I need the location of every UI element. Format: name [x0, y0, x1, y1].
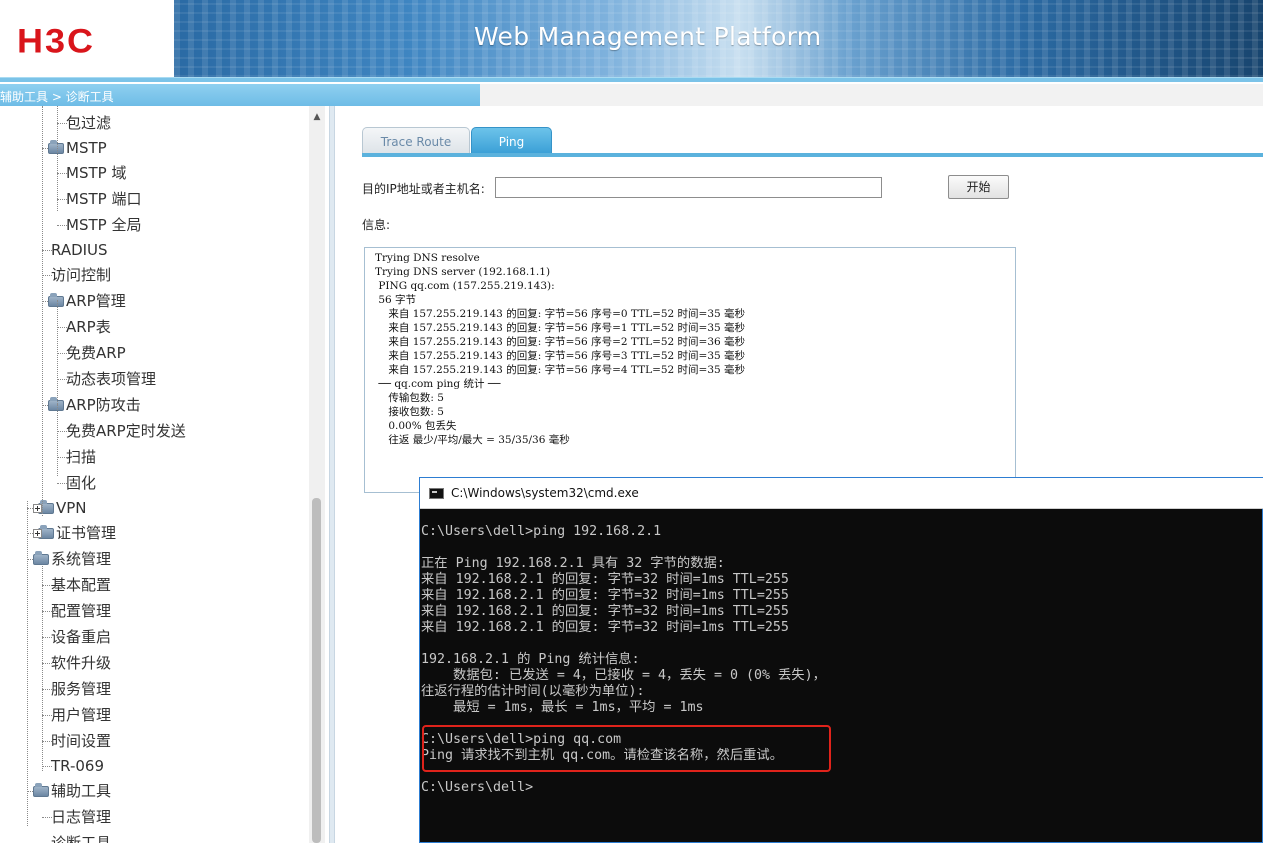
- dest-host-label: 目的IP地址或者主机名:: [362, 182, 485, 196]
- sidebar-item-label: 固化: [66, 474, 97, 492]
- info-output-line: 往返 最少/平均/最大 = 35/35/36 毫秒: [375, 434, 570, 446]
- sidebar-item-label: 系统管理: [51, 550, 112, 568]
- sidebar-item-label: MSTP: [66, 139, 107, 157]
- sidebar-item-label: MSTP 全局: [66, 216, 142, 234]
- info-output-line: 56 字节: [375, 294, 417, 306]
- sidebar-item-label: 免费ARP: [66, 344, 126, 362]
- sidebar-item-label: 时间设置: [51, 732, 112, 750]
- sidebar-item-label: 访问控制: [51, 266, 112, 284]
- folder-open-icon: [48, 397, 64, 411]
- sidebar-item-label: ARP表: [66, 318, 111, 336]
- cmd-console[interactable]: C:\Users\dell>ping 192.168.2.1 正在 Ping 19…: [420, 524, 1263, 843]
- folder-open-icon: [33, 551, 49, 565]
- h3c-logo[interactable]: H3C: [17, 21, 95, 61]
- tree-guide-line: [57, 404, 58, 476]
- breadcrumb-bar-extension: [480, 84, 1263, 106]
- folder-open-icon: [48, 293, 64, 307]
- info-output-box[interactable]: Trying DNS resolve Trying DNS server (192…: [364, 247, 1016, 493]
- sidebar-item-label: 扫描: [66, 448, 97, 466]
- sidebar-item-label: 配置管理: [51, 602, 112, 620]
- cmd-output-line: 数据包: 已发送 = 4，已接收 = 4，丢失 = 0 (0% 丢失)，: [421, 668, 826, 683]
- sidebar-item-label: 设备重启: [51, 628, 112, 646]
- breadcrumb: 辅助工具 > 诊断工具: [0, 90, 114, 104]
- cmd-output-line: 最短 = 1ms，最长 = 1ms，平均 = 1ms: [421, 700, 704, 715]
- info-output-line: 来自 157.255.219.143 的回复: 字节=56 序号=0 TTL=5…: [375, 308, 746, 320]
- cmd-output-line: 来自 192.168.2.1 的回复: 字节=32 时间=1ms TTL=255: [421, 620, 789, 635]
- folder-open-icon: [48, 140, 64, 154]
- cmd-output-line: 来自 192.168.2.1 的回复: 字节=32 时间=1ms TTL=255: [421, 588, 789, 603]
- cmd-output-line: 往返行程的估计时间(以毫秒为单位):: [421, 684, 645, 699]
- expand-plus-icon[interactable]: [33, 529, 42, 538]
- sidebar-item-label: 诊断工具: [51, 834, 112, 843]
- sidebar-item-label: 证书管理: [56, 524, 117, 542]
- info-output-line: 来自 157.255.219.143 的回复: 字节=56 序号=1 TTL=5…: [375, 322, 746, 334]
- sidebar-item-label: 动态表项管理: [66, 370, 157, 388]
- header: H3C Web Management Platform: [0, 0, 1263, 77]
- cmd-output-line: 来自 192.168.2.1 的回复: 字节=32 时间=1ms TTL=255: [421, 604, 789, 619]
- info-label: 信息:: [362, 218, 391, 232]
- header-banner: Web Management Platform: [174, 0, 1263, 77]
- sidebar-item-label: 软件升级: [51, 654, 112, 672]
- info-output-line: 来自 157.255.219.143 的回复: 字节=56 序号=4 TTL=5…: [375, 364, 746, 376]
- highlight-box: [422, 725, 831, 772]
- platform-title: Web Management Platform: [474, 22, 822, 51]
- sidebar-item-label: VPN: [56, 499, 87, 517]
- info-output-line: Trying DNS resolve: [375, 252, 480, 264]
- info-output-line: 来自 157.255.219.143 的回复: 字节=56 序号=3 TTL=5…: [375, 350, 746, 362]
- header-divider: [0, 77, 1263, 82]
- sidebar-item-label: RADIUS: [51, 241, 108, 259]
- sidebar-item-label: 服务管理: [51, 680, 112, 698]
- tree-guide-line: [27, 501, 28, 826]
- cmd-output-line: 来自 192.168.2.1 的回复: 字节=32 时间=1ms TTL=255: [421, 572, 789, 587]
- cmd-title-bar[interactable]: C:\Windows\system32\cmd.exe: [420, 478, 1263, 509]
- nav-scrollbar-thumb[interactable]: [312, 498, 321, 843]
- sidebar-item-label: 包过滤: [66, 114, 112, 132]
- tab-ping[interactable]: Ping: [471, 127, 552, 154]
- tab-trace-route[interactable]: Trace Route: [362, 127, 470, 154]
- tree-guide-line: [42, 566, 43, 771]
- start-button[interactable]: 开始: [948, 175, 1009, 199]
- sidebar-item-label: MSTP 域: [66, 164, 127, 182]
- cmd-prompt-icon: [429, 488, 444, 499]
- info-output-line: 来自 157.255.219.143 的回复: 字节=56 序号=2 TTL=5…: [375, 336, 746, 348]
- sidebar-item-label: TR-069: [51, 757, 105, 775]
- scroll-up-arrow-icon[interactable]: ▲: [309, 110, 325, 124]
- sidebar-item-label: 免费ARP定时发送: [66, 422, 186, 440]
- sidebar-item-label: 基本配置: [51, 576, 112, 594]
- sidebar-item-label: 辅助工具: [51, 782, 112, 800]
- cmd-title-text: C:\Windows\system32\cmd.exe: [451, 486, 639, 500]
- cmd-output-line: 192.168.2.1 的 Ping 统计信息:: [421, 652, 640, 667]
- expand-plus-icon[interactable]: [33, 504, 42, 513]
- cmd-output-line: C:\Users\dell>ping 192.168.2.1: [421, 524, 662, 539]
- info-output-line: Trying DNS server (192.168.1.1): [375, 266, 551, 278]
- cmd-output-line: 正在 Ping 192.168.2.1 具有 32 字节的数据:: [421, 556, 725, 571]
- info-output-line: PING qq.com (157.255.219.143):: [375, 280, 555, 292]
- tree-guide-line: [57, 106, 58, 211]
- sidebar-item-label: MSTP 端口: [66, 190, 142, 208]
- sidebar-item-label: 用户管理: [51, 706, 112, 724]
- dest-host-input[interactable]: [495, 177, 882, 198]
- tree-guide-line: [42, 106, 43, 516]
- sidebar-item-label: ARP防攻击: [66, 396, 141, 414]
- nav-tree: 包过滤 MSTP MSTP 域 MSTP 端口 MSTP 全局 RADIUS 访问控制 ARP…: [0, 106, 329, 843]
- sidebar-item-label: 日志管理: [51, 808, 112, 826]
- sidebar-item-label: ARP管理: [66, 292, 126, 310]
- tab-strip-underline: [362, 153, 1263, 157]
- info-output-line: ── qq.com ping 统计 ──: [375, 378, 501, 390]
- cmd-window[interactable]: C:\Windows\system32\cmd.exe C:\Users\del…: [419, 477, 1263, 843]
- info-output-line: 0.00% 包丢失: [375, 420, 457, 432]
- info-output-line: 传输包数: 5: [375, 392, 444, 404]
- info-output-line: 接收包数: 5: [375, 406, 444, 418]
- folder-open-icon: [33, 783, 49, 797]
- cmd-output-line: C:\Users\dell>: [421, 780, 534, 795]
- logo-area: H3C: [0, 0, 174, 77]
